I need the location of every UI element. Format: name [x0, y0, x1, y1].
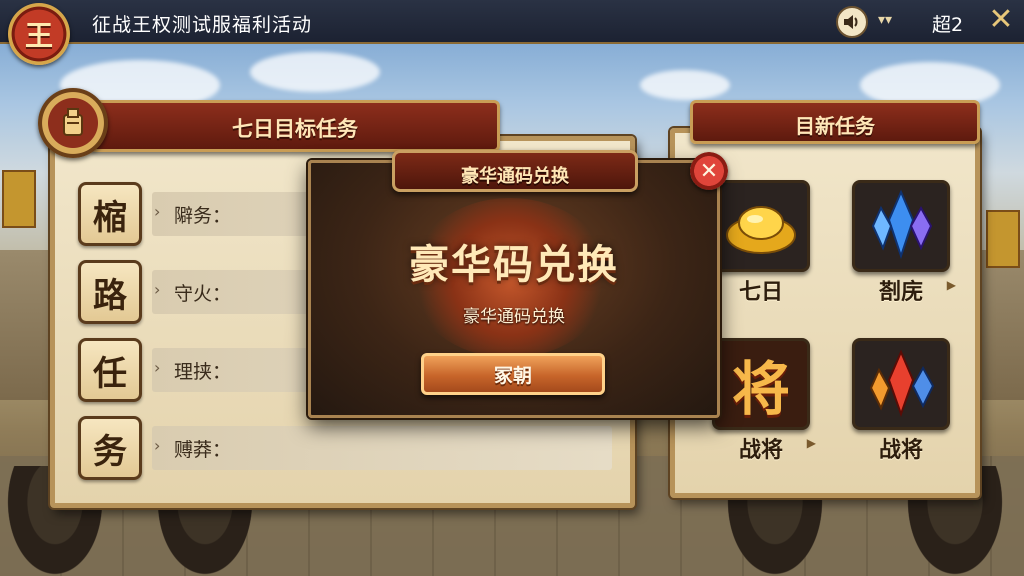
blue-crystal-icon [852, 180, 950, 272]
gold-ingot-icon [712, 180, 810, 272]
tile-label: 剳庑 [878, 280, 923, 305]
redeem-button[interactable]: 冢朝 [421, 353, 605, 395]
task-row[interactable]: 务 › 赙莽： [78, 416, 618, 480]
event-title: 征战王权测试服福利活动 [92, 14, 313, 36]
close-icon[interactable]: ✕ [690, 152, 728, 190]
seven-day-task-title: 七日目标任务 [232, 117, 358, 141]
seven-day-task-banner: 七日目标任务 [90, 100, 500, 152]
modal-title: 豪华通码兑换 [461, 166, 569, 187]
general-character-char: 将 [731, 355, 790, 423]
modal-subtitle: 豪华通码兑换 [463, 307, 565, 327]
chevron-right-icon: ▶ [946, 278, 956, 292]
king-emblem-char: 王 [24, 19, 53, 52]
reward-tile-red-crystal[interactable]: 战将 [852, 338, 950, 466]
task-row-label: 隦务： [174, 205, 232, 227]
chevron-right-icon: › [154, 436, 161, 455]
task-row-glyph: 任 [78, 338, 142, 402]
chevron-down-icon[interactable]: ▾▾ [878, 12, 892, 28]
chevron-right-icon: › [154, 280, 161, 299]
speaker-icon[interactable] [836, 6, 868, 38]
server-label[interactable]: 超2 [932, 10, 963, 37]
chevron-right-icon: ▶ [806, 436, 816, 450]
modal-headline: 豪华码兑换 [409, 242, 619, 288]
red-crystal-icon [852, 338, 950, 430]
chevron-right-icon: › [154, 202, 161, 221]
tile-label: 战将 [878, 438, 923, 463]
reward-tile-seven-day[interactable]: 七日 [712, 180, 810, 308]
task-row-glyph: 路 [78, 260, 142, 324]
task-row-label: 守火： [174, 283, 232, 305]
tile-label: 战将 [738, 438, 783, 463]
reward-tile-crystal[interactable]: 剳庑 ▶ [852, 180, 956, 308]
helmet-icon [38, 88, 108, 158]
tile-label: 七日 [738, 280, 783, 305]
task-row-label: 理挟： [174, 361, 232, 383]
task-row-glyph: 樎 [78, 182, 142, 246]
king-emblem-icon[interactable]: 王 [8, 3, 70, 65]
close-icon[interactable]: ✕ [986, 5, 1016, 35]
general-character-icon: 将 [712, 338, 810, 430]
task-row-glyph: 务 [78, 416, 142, 480]
task-row-label: 赙莽： [174, 439, 232, 461]
modal-header: 豪华通码兑换 [392, 150, 638, 192]
chevron-right-icon: › [154, 358, 161, 377]
reward-tile-general[interactable]: 将 战将 ▶ [712, 338, 816, 466]
new-task-banner: 目新任务 [690, 100, 980, 144]
new-task-title: 目新任务 [795, 114, 875, 138]
